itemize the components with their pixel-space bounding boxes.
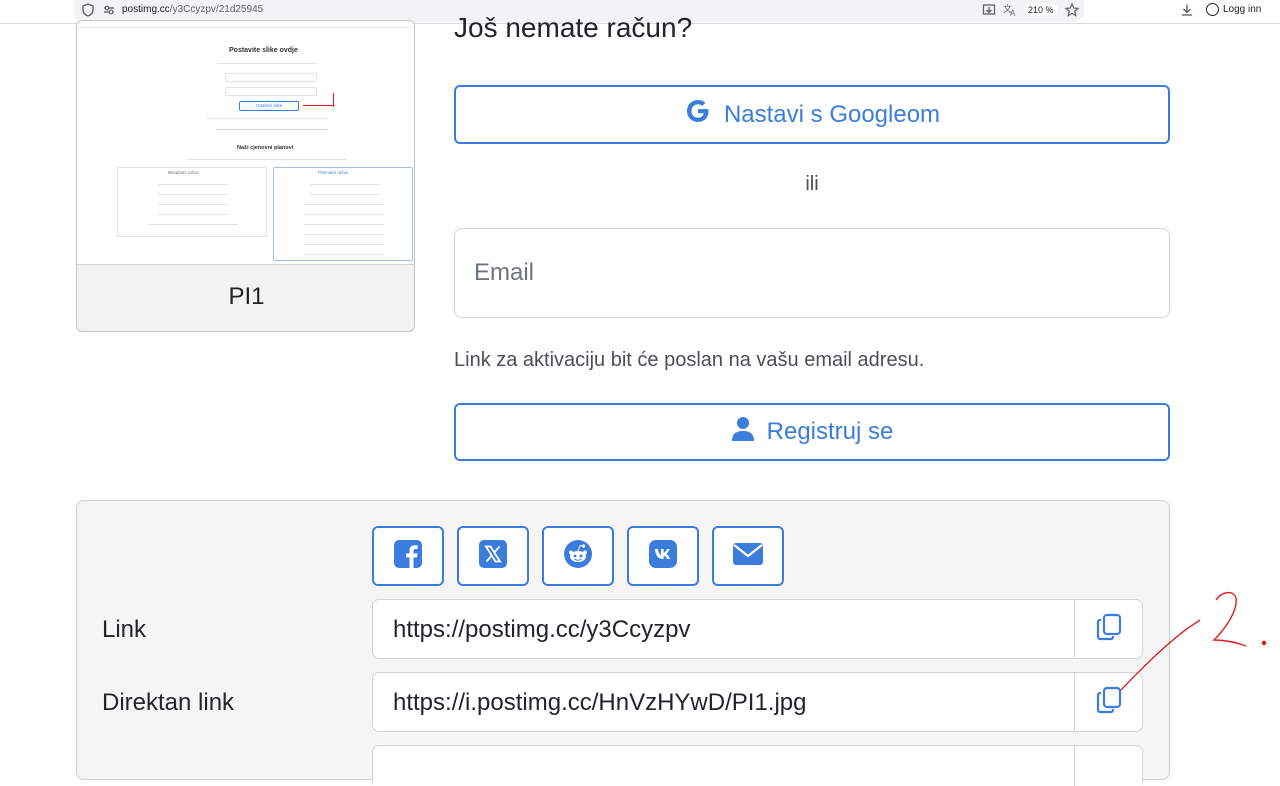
- mini-red-mark: [303, 105, 333, 106]
- mini-text-line: [217, 129, 327, 130]
- login-button[interactable]: Logg inn: [1206, 3, 1261, 16]
- shield-icon[interactable]: [82, 3, 94, 21]
- url-text[interactable]: postimg.cc/y3Ccyzpv/21d25945: [122, 4, 263, 15]
- site-settings-icon[interactable]: [102, 3, 116, 21]
- copy-link-button[interactable]: [1074, 600, 1142, 658]
- thumbnail-caption: PI1: [228, 283, 265, 310]
- or-divider: ili: [805, 173, 819, 195]
- facebook-icon: [393, 539, 423, 573]
- x-twitter-icon: [478, 539, 508, 573]
- mini-header-line: [77, 27, 414, 28]
- share-reddit-button[interactable]: [542, 526, 614, 586]
- link-input-group[interactable]: https://postimg.cc/y3Ccyzpv: [372, 599, 1143, 659]
- url-path: /y3Ccyzpv/21d25945: [169, 4, 264, 15]
- user-icon: [731, 416, 755, 449]
- register-label: Registruj se: [766, 418, 894, 445]
- translate-icon[interactable]: 文A: [1003, 3, 1018, 22]
- mini-upload-label: Odaberi slike: [256, 103, 283, 108]
- mini-text-line: [148, 224, 238, 225]
- mini-text-line: [304, 244, 384, 245]
- mini-subtitle: Naši cjenovni planovi: [237, 145, 294, 151]
- google-icon: [684, 97, 712, 132]
- mini-text-line: [187, 159, 347, 160]
- next-input-group[interactable]: [372, 745, 1143, 786]
- mini-text-line: [158, 214, 228, 215]
- svg-text:A: A: [1010, 9, 1016, 17]
- direct-link-field[interactable]: https://i.postimg.cc/HnVzHYwD/PI1.jpg: [393, 689, 806, 717]
- share-facebook-button[interactable]: [372, 526, 444, 586]
- mini-text-line: [158, 204, 228, 205]
- zoom-level[interactable]: 210 %: [1024, 4, 1058, 16]
- mini-text-line: [207, 118, 327, 119]
- copy-next-button[interactable]: [1074, 746, 1142, 786]
- reddit-icon: [563, 539, 593, 573]
- google-signin-button[interactable]: Nastavi s Googleom: [454, 85, 1170, 144]
- install-app-icon[interactable]: [982, 3, 996, 21]
- mini-text-line: [304, 204, 384, 205]
- mini-text-line: [304, 234, 384, 235]
- envelope-icon: [732, 541, 764, 571]
- thumbnail-image[interactable]: Postavite slike ovdje Odaberi slike Naši…: [77, 21, 414, 265]
- mini-premium-plan-label: Premium račun: [318, 170, 349, 175]
- image-thumbnail-card[interactable]: Postavite slike ovdje Odaberi slike Naši…: [76, 20, 415, 332]
- mini-text-line: [304, 224, 384, 225]
- annotation-number-two: [1212, 591, 1247, 647]
- copy-direct-link-button[interactable]: [1074, 673, 1142, 731]
- direct-link-input-group[interactable]: https://i.postimg.cc/HnVzHYwD/PI1.jpg: [372, 672, 1143, 732]
- mini-text-line: [304, 254, 384, 255]
- mini-upload-button: Odaberi slike: [239, 101, 299, 111]
- signup-heading: Još nemate račun?: [454, 12, 693, 43]
- register-button[interactable]: Registruj se: [454, 403, 1170, 461]
- direct-link-row-label: Direktan link: [102, 689, 235, 716]
- url-host: postimg.cc: [122, 4, 170, 15]
- share-x-button[interactable]: [457, 526, 529, 586]
- activation-info: Link za aktivaciju bit će poslan na vašu…: [454, 349, 925, 371]
- email-field[interactable]: [454, 228, 1170, 318]
- share-vk-button[interactable]: [627, 526, 699, 586]
- link-field[interactable]: https://postimg.cc/y3Ccyzpv: [393, 616, 690, 644]
- mini-text-line: [310, 184, 380, 185]
- annotation-dot: [1261, 640, 1267, 646]
- mini-free-plan-label: Besplatni račun: [168, 170, 200, 175]
- mini-title: Postavite slike ovdje: [229, 47, 298, 54]
- mini-premium-plan: Premium račun: [273, 167, 413, 261]
- mini-text-line: [304, 214, 384, 215]
- downloads-icon[interactable]: [1180, 3, 1194, 21]
- mini-select: [225, 73, 317, 82]
- google-button-label: Nastavi s Googleom: [723, 100, 941, 128]
- bookmark-star-icon[interactable]: [1064, 2, 1080, 21]
- share-email-button[interactable]: [712, 526, 784, 586]
- copy-icon: [1096, 613, 1122, 645]
- mini-red-mark: [333, 93, 334, 107]
- copy-icon: [1096, 686, 1122, 718]
- vk-icon: [648, 539, 678, 573]
- mini-text-line: [217, 63, 317, 64]
- mini-free-plan: Besplatni račun: [117, 167, 267, 237]
- mini-text-line: [310, 194, 380, 195]
- link-row-label: Link: [102, 616, 147, 643]
- mini-select: [225, 87, 317, 96]
- login-label: Logg inn: [1223, 4, 1262, 15]
- mini-text-line: [158, 184, 228, 185]
- mini-text-line: [158, 194, 228, 195]
- profile-icon: [1206, 3, 1219, 16]
